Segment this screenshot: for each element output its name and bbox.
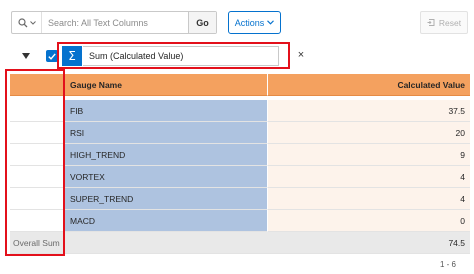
calculated-value-cell: 37.5	[268, 100, 470, 122]
table-row: FIB 37.5	[10, 100, 470, 122]
summary-gauge-cell	[65, 232, 268, 254]
chevron-down-icon	[267, 20, 275, 25]
gauge-name-cell: SUPER_TREND	[65, 188, 268, 210]
reset-button[interactable]: Reset	[420, 11, 468, 34]
checkmark-icon	[48, 52, 56, 60]
table-row: SUPER_TREND 4	[10, 188, 470, 210]
gauge-name-cell: MACD	[65, 210, 268, 232]
table-row: MACD 0	[10, 210, 470, 232]
table-row: VORTEX 4	[10, 166, 470, 188]
search-column-picker[interactable]	[12, 12, 42, 33]
summary-label: Overall Sum	[10, 232, 65, 254]
row-break-cell	[10, 210, 65, 232]
calculated-value-cell: 9	[268, 144, 470, 166]
calculated-value-cell: 4	[268, 166, 470, 188]
search-bar: Go	[11, 11, 217, 34]
row-break-cell	[10, 100, 65, 122]
header-row: Gauge Name Calculated Value	[10, 74, 470, 96]
pagination-range: 1 - 6	[440, 260, 457, 269]
row-break-cell	[10, 122, 65, 144]
go-button[interactable]: Go	[188, 12, 216, 33]
gauge-name-cell: FIB	[65, 100, 268, 122]
calculated-value-cell: 20	[268, 122, 470, 144]
chevron-down-icon	[29, 20, 36, 25]
filter-enabled-checkbox[interactable]	[46, 50, 58, 62]
caret-down-icon	[22, 53, 30, 59]
search-icon	[17, 17, 27, 27]
row-break-cell	[10, 188, 65, 210]
column-header-gauge-name[interactable]: Gauge Name	[65, 74, 268, 96]
gauge-name-cell: HIGH_TREND	[65, 144, 268, 166]
row-break-cell	[10, 144, 65, 166]
remove-filter-button[interactable]: ×	[296, 48, 306, 62]
actions-button[interactable]: Actions	[228, 11, 281, 34]
aggregate-filter-label[interactable]: Sum (Calculated Value)	[83, 46, 279, 66]
summary-value: 74.5	[268, 232, 470, 254]
search-input[interactable]	[42, 12, 188, 33]
gauge-name-cell: RSI	[65, 122, 268, 144]
reset-icon	[427, 19, 435, 26]
reset-label: Reset	[438, 17, 462, 28]
calculated-value-cell: 4	[268, 188, 470, 210]
summary-row: Overall Sum 74.5	[10, 232, 470, 254]
actions-label: Actions	[234, 17, 265, 28]
toggle-filters-button[interactable]	[16, 48, 36, 64]
column-header-calculated-value[interactable]: Calculated Value	[268, 74, 470, 96]
sigma-icon: Σ	[62, 46, 82, 66]
gauge-name-cell: VORTEX	[65, 166, 268, 188]
table-row: HIGH_TREND 9	[10, 144, 470, 166]
report-toolbar: Go Actions Reset	[0, 0, 474, 40]
table-row: RSI 20	[10, 122, 470, 144]
row-break-cell	[10, 166, 65, 188]
column-header-break	[10, 74, 65, 96]
calculated-value-cell: 0	[268, 210, 470, 232]
